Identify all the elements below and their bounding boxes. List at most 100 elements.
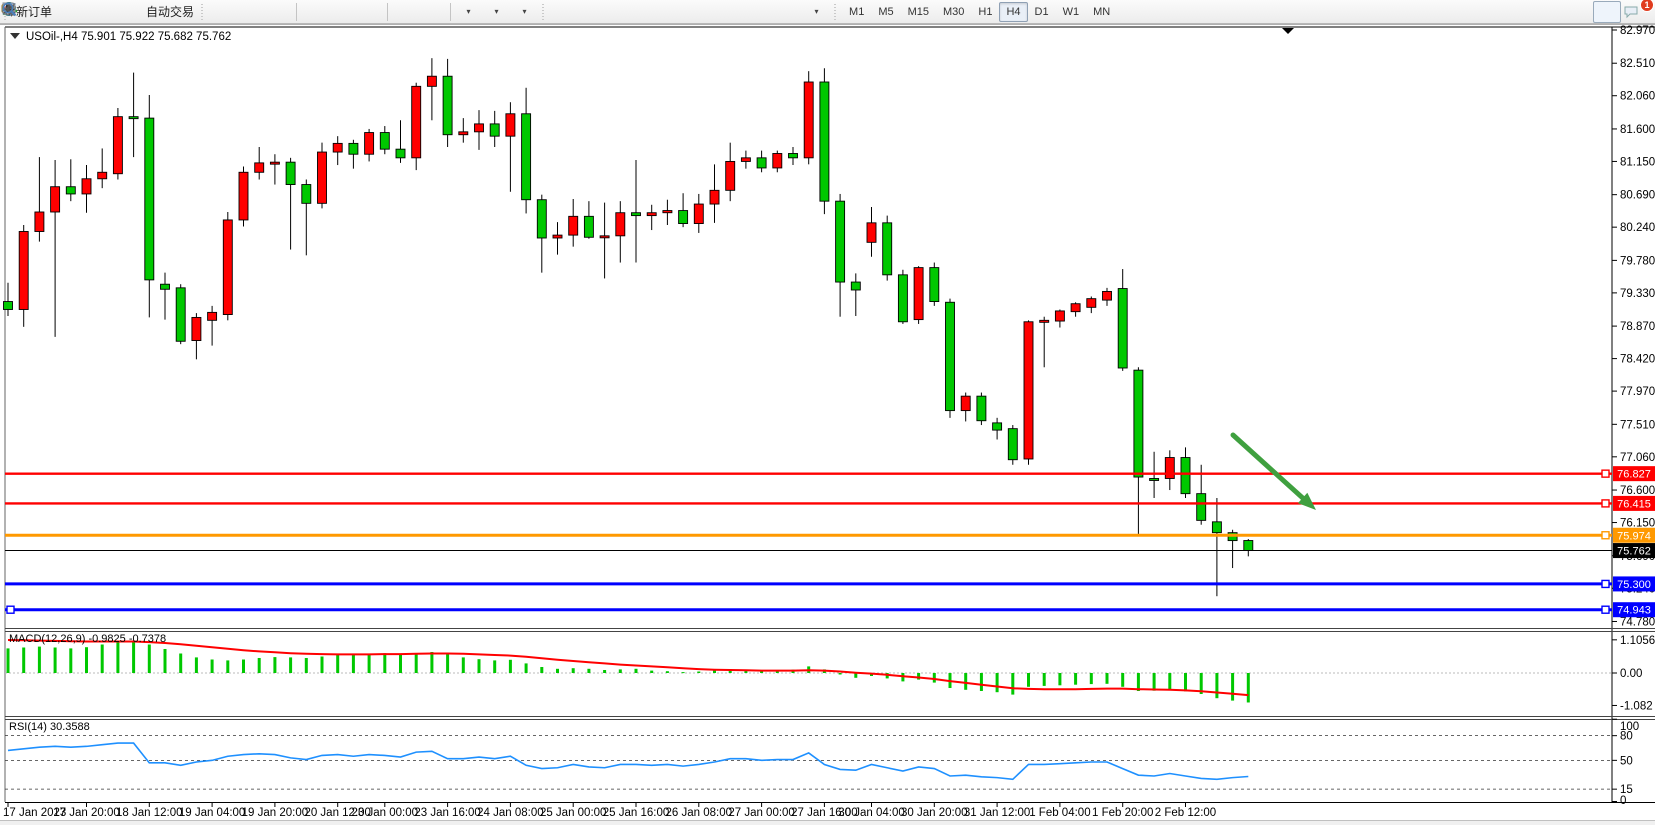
tile-windows-button[interactable] [356, 1, 384, 23]
macd-histogram-bar [980, 673, 983, 691]
timeframe-button-m5[interactable]: M5 [871, 2, 900, 22]
new-chart-button[interactable]: ▾ [454, 1, 482, 23]
timeframe-button-d1[interactable]: D1 [1028, 2, 1056, 22]
template-button[interactable]: ▾ [510, 1, 538, 23]
macd-histogram-bar [996, 673, 999, 692]
line-handle[interactable] [1602, 532, 1609, 539]
bar-chart-button[interactable] [209, 1, 237, 23]
chat-button[interactable]: 1 [1621, 1, 1649, 23]
macd-histogram-bar [1121, 673, 1124, 687]
candle [522, 114, 531, 200]
price-level-badge-label: 75.974 [1617, 530, 1651, 542]
chart-shift-button[interactable] [419, 1, 447, 23]
horizontal-line-button[interactable] [634, 1, 662, 23]
candlestick-chart-button[interactable] [237, 1, 265, 23]
autotrade-button[interactable]: 自动交易 [140, 1, 197, 23]
price-tick-label: 80.690 [1620, 190, 1655, 202]
line-chart-button[interactable] [265, 1, 293, 23]
line-handle[interactable] [1602, 580, 1609, 587]
chevron-down-icon[interactable]: ▾ [523, 7, 527, 16]
vertical-line-button[interactable] [606, 1, 634, 23]
macd-histogram-bar [116, 642, 119, 673]
price-tick-label: 82.510 [1620, 58, 1655, 70]
toolbar-group-chart-type [209, 1, 293, 23]
candle [553, 235, 562, 238]
candle [255, 163, 264, 172]
candle [1103, 291, 1112, 300]
line-handle[interactable] [1602, 606, 1609, 613]
macd-tick-label: 0.00 [1620, 668, 1642, 680]
candle [66, 187, 75, 194]
arrows-button[interactable]: ▾ [802, 1, 830, 23]
label-button[interactable]: T [774, 1, 802, 23]
zoom-in-button[interactable] [300, 1, 328, 23]
toolbar-group-zoom [300, 1, 384, 23]
channel-button[interactable]: E [690, 1, 718, 23]
candle [946, 302, 955, 410]
time-tick-label: 24 Jan 08:00 [477, 807, 544, 819]
candle [694, 204, 703, 223]
search-button[interactable] [1593, 1, 1621, 23]
market-watch-button[interactable] [84, 1, 112, 23]
crosshair-button[interactable] [578, 1, 606, 23]
chevron-down-icon[interactable]: ▾ [467, 7, 471, 16]
candle [1087, 299, 1096, 308]
timeframe-button-m1[interactable]: M1 [842, 2, 871, 22]
candle [1212, 522, 1221, 533]
timeframe-button-m15[interactable]: M15 [901, 2, 936, 22]
macd-histogram-bar [195, 657, 198, 673]
candle [1150, 478, 1159, 480]
chevron-down-icon[interactable]: ▾ [815, 7, 819, 16]
macd-histogram-bar [619, 669, 622, 673]
price-tick-label: 78.420 [1620, 354, 1655, 366]
line-handle[interactable] [1602, 500, 1609, 507]
candle [19, 231, 28, 309]
auto-scroll-button[interactable] [391, 1, 419, 23]
line-handle[interactable] [1602, 470, 1609, 477]
macd-histogram-bar [352, 654, 355, 673]
toolbar-separator [296, 3, 297, 21]
macd-histogram-bar [101, 645, 104, 674]
signal-button[interactable] [112, 1, 140, 23]
candle [836, 201, 845, 282]
macd-histogram-bar [305, 658, 308, 673]
candle [961, 396, 970, 410]
time-tick-label: 27 Jan 00:00 [728, 807, 795, 819]
candle [35, 212, 44, 231]
price-tick-label: 77.970 [1620, 386, 1655, 398]
candle [914, 268, 923, 320]
macd-histogram-bar [603, 670, 606, 673]
zoom-out-button[interactable] [328, 1, 356, 23]
candle [898, 275, 907, 322]
macd-histogram-bar [587, 669, 590, 673]
cursor-button[interactable] [550, 1, 578, 23]
chevron-down-icon[interactable]: ▾ [495, 7, 499, 16]
candle [867, 223, 876, 242]
candle [1197, 494, 1206, 521]
notification-badge[interactable]: 1 [1640, 0, 1654, 12]
timeframe-button-w1[interactable]: W1 [1056, 2, 1087, 22]
candle [993, 423, 1002, 430]
timeframe-button-h4[interactable]: H4 [999, 2, 1027, 22]
timeframe-button-h1[interactable]: H1 [971, 2, 999, 22]
time-tick-label: 25 Jan 16:00 [603, 807, 670, 819]
new-order-diamond-button[interactable] [56, 1, 84, 23]
new-order-button[interactable]: 新订单 [12, 1, 56, 23]
trendline-button[interactable] [662, 1, 690, 23]
line-handle[interactable] [7, 606, 14, 613]
time-tick-label: 25 Jan 00:00 [540, 807, 607, 819]
period-button[interactable]: ▾ [482, 1, 510, 23]
macd-histogram-bar [478, 659, 481, 673]
timeframe-button-m30[interactable]: M30 [936, 2, 971, 22]
fibonacci-button[interactable]: F [718, 1, 746, 23]
chart-canvas[interactable]: 82.97082.51082.06081.60081.15080.69080.2… [0, 0, 1655, 825]
text-button[interactable]: A [746, 1, 774, 23]
macd-histogram-bar [211, 660, 214, 674]
candle [977, 396, 986, 421]
macd-histogram-bar [1215, 673, 1218, 698]
price-level-badge-label: 75.300 [1617, 579, 1651, 591]
macd-histogram-bar [964, 673, 967, 690]
rsi-tick-label: 80 [1620, 731, 1633, 743]
timeframe-button-mn[interactable]: MN [1086, 2, 1117, 22]
candle [161, 284, 170, 289]
